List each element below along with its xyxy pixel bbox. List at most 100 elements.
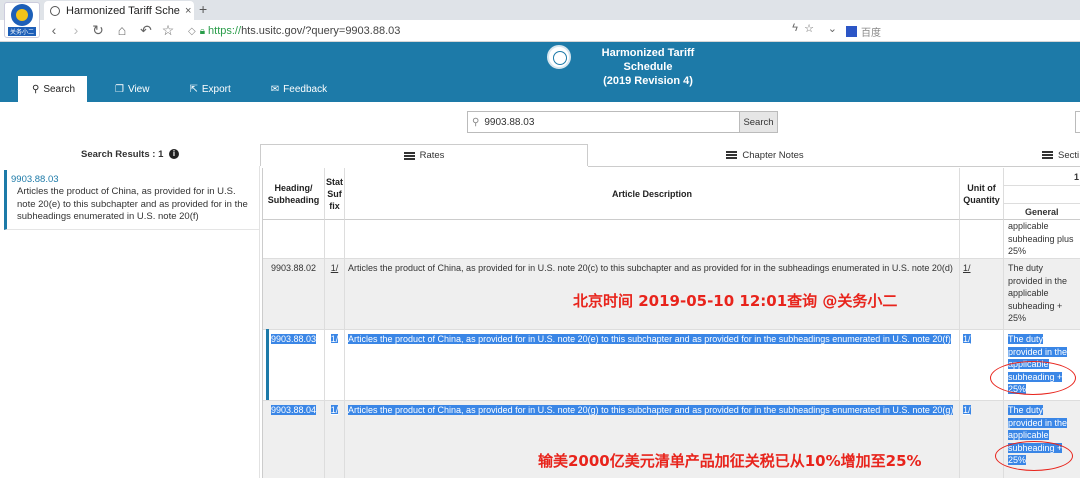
search-results-header: Search Results : 1 i (0, 146, 260, 166)
highlight-circle (995, 441, 1073, 471)
timestamp-annotation: 北京时间 2019-05-10 12:01查询 @关务小二 (573, 292, 898, 310)
row-general-rate: The duty provided in the applicable subh… (1008, 263, 1068, 323)
browser-search-box[interactable]: 百度 (846, 23, 1076, 39)
bookmark-star-icon[interactable]: ☆ (160, 22, 176, 39)
search-input[interactable]: ⚲ 9903.88.03 (467, 111, 740, 133)
forward-icon[interactable]: › (68, 22, 84, 38)
menu-search-label: Search (43, 83, 76, 95)
search-icon: ⚲ (472, 116, 480, 128)
site-title-line1: Harmonized Tariff Schedule (601, 47, 695, 73)
site-title: Harmonized Tariff Schedule (2019 Revisio… (578, 46, 718, 88)
result-code[interactable]: 9903.88.03 (11, 174, 256, 185)
selected-row-indicator (266, 329, 269, 400)
tab-rates-label: Rates (419, 150, 445, 161)
row-heading: 9903.88.04 (271, 405, 317, 415)
url-path: hts.usitc.gov/?query=9903.88.03 (241, 25, 401, 37)
row-unit-cell: 1/ (960, 401, 1004, 478)
browser-toolbar: ‹ › ↻ ⌂ ↶ ☆ ◇ 🔒︎ https:// hts.usitc.gov/… (0, 20, 1080, 42)
menu-search[interactable]: ⚲ Search (18, 76, 87, 102)
row-description (345, 220, 960, 258)
feedback-icon: ✉ (270, 83, 280, 95)
undo-icon[interactable]: ↶ (138, 22, 154, 39)
row-heading: 9903.88.02 (263, 259, 325, 329)
detail-tabs: Rates Chapter Notes Secti (260, 144, 1080, 166)
favorite-star-icon[interactable]: ☆ (804, 22, 814, 35)
search-engine-icon (846, 25, 857, 37)
tariff-note-annotation: 输美2000亿美元清单产品加征关税已从10%增加至25% (538, 452, 922, 470)
sections-lines-icon (1042, 151, 1053, 159)
tab-rates[interactable]: Rates (260, 144, 588, 166)
menu-view-label: View (127, 83, 150, 95)
row-unit[interactable]: 1/ (963, 334, 971, 344)
col-article-description: Article Description (345, 168, 960, 220)
lightning-icon[interactable]: ϟ (792, 22, 798, 34)
menu-feedback-label: Feedback (283, 83, 328, 95)
tab-title: Harmonized Tariff Sche (66, 4, 180, 17)
col-rates-group: 1 (1004, 168, 1080, 186)
row-unit-cell: 1/ (960, 259, 1004, 329)
col-unit-of-quantity: Unit of Quantity (960, 168, 1004, 220)
row-heading (263, 220, 325, 258)
close-tab-icon[interactable]: × (185, 5, 191, 17)
col-heading-subheading: Heading/ Subheading (263, 168, 325, 220)
row-general-rate: applicable subheading plus 25% (1008, 221, 1074, 256)
row-unit[interactable]: 1/ (963, 263, 971, 273)
menu-export[interactable]: ⇱ Export (163, 76, 244, 102)
table-row: 9903.88.03 1/ Articles the product of Ch… (263, 329, 1080, 400)
tab-sections[interactable]: Secti (1042, 144, 1080, 166)
search-input-value: 9903.88.03 (484, 116, 535, 128)
panel-divider (259, 166, 260, 478)
lock-icon: 🔒︎ (199, 25, 206, 37)
watermark-logo: 关务小二 (4, 2, 40, 38)
search-icon: ⚲ (32, 83, 40, 95)
tab-chapter-notes[interactable]: Chapter Notes (690, 144, 840, 166)
reload-icon[interactable]: ↻ (90, 22, 106, 39)
row-heading-cell: 9903.88.04 (263, 401, 325, 478)
site-title-line2: (2019 Revision 4) (603, 75, 693, 87)
main-menu: ⚲ Search ❐ View ⇱ Export ✉ Feedback (18, 76, 341, 102)
rates-table: Heading/ Subheading Stat Suf fix Article… (262, 168, 1080, 478)
site-favicon-icon (50, 5, 60, 16)
search-result-item[interactable]: 9903.88.03 Articles the product of China… (4, 170, 260, 230)
clipped-control[interactable] (1075, 111, 1080, 133)
url-scheme: https:// (208, 25, 242, 37)
row-description-cell: Articles the product of China, as provid… (345, 330, 960, 400)
info-icon[interactable]: i (169, 149, 179, 160)
browser-tab[interactable]: Harmonized Tariff Sche × (44, 1, 194, 20)
home-icon[interactable]: ⌂ (114, 22, 130, 38)
row-heading-cell: 9903.88.03 (263, 330, 325, 400)
chapter-notes-lines-icon (726, 151, 738, 159)
shield-icon: ◇ (188, 25, 196, 37)
row-unit[interactable]: 1/ (963, 405, 971, 415)
result-description: Articles the product of China, as provid… (17, 186, 248, 222)
export-icon: ⇱ (189, 83, 198, 95)
new-tab-button[interactable]: + (199, 1, 207, 17)
menu-export-label: Export (201, 83, 231, 95)
menu-feedback[interactable]: ✉ Feedback (245, 76, 341, 102)
hts-search: ⚲ 9903.88.03 Search (467, 111, 778, 133)
browser-tab-bar: Harmonized Tariff Sche × + (0, 0, 1080, 20)
usitc-seal-icon (547, 45, 571, 69)
row-stat[interactable]: 1/ (331, 263, 339, 273)
row-stat[interactable]: 1/ (330, 405, 339, 415)
row-unit-cell: 1/ (960, 330, 1004, 400)
row-stat[interactable]: 1/ (330, 334, 339, 344)
tabs-underline (588, 166, 1080, 167)
search-button[interactable]: Search (740, 111, 778, 133)
col-general: General (1004, 203, 1080, 220)
copy-icon: ❐ (115, 83, 124, 95)
row-description: Articles the product of China, as provid… (348, 334, 951, 344)
logo-text: 关务小二 (7, 27, 36, 36)
table-row: applicable subheading plus 25% (263, 220, 1080, 258)
dropdown-chevron-icon[interactable]: ⌄ (828, 22, 837, 35)
row-stat-cell: 1/ (325, 259, 345, 329)
rates-lines-icon (403, 151, 415, 160)
back-icon[interactable]: ‹ (46, 22, 62, 38)
menu-view[interactable]: ❐ View (87, 76, 163, 102)
tab-chapter-notes-label: Chapter Notes (742, 149, 804, 161)
row-unit (960, 220, 1004, 258)
highlight-circle (990, 361, 1076, 395)
row-stat (325, 220, 345, 258)
address-bar[interactable]: ◇ 🔒︎ https:// hts.usitc.gov/?query=9903.… (188, 22, 838, 40)
row-stat-cell: 1/ (325, 401, 345, 478)
